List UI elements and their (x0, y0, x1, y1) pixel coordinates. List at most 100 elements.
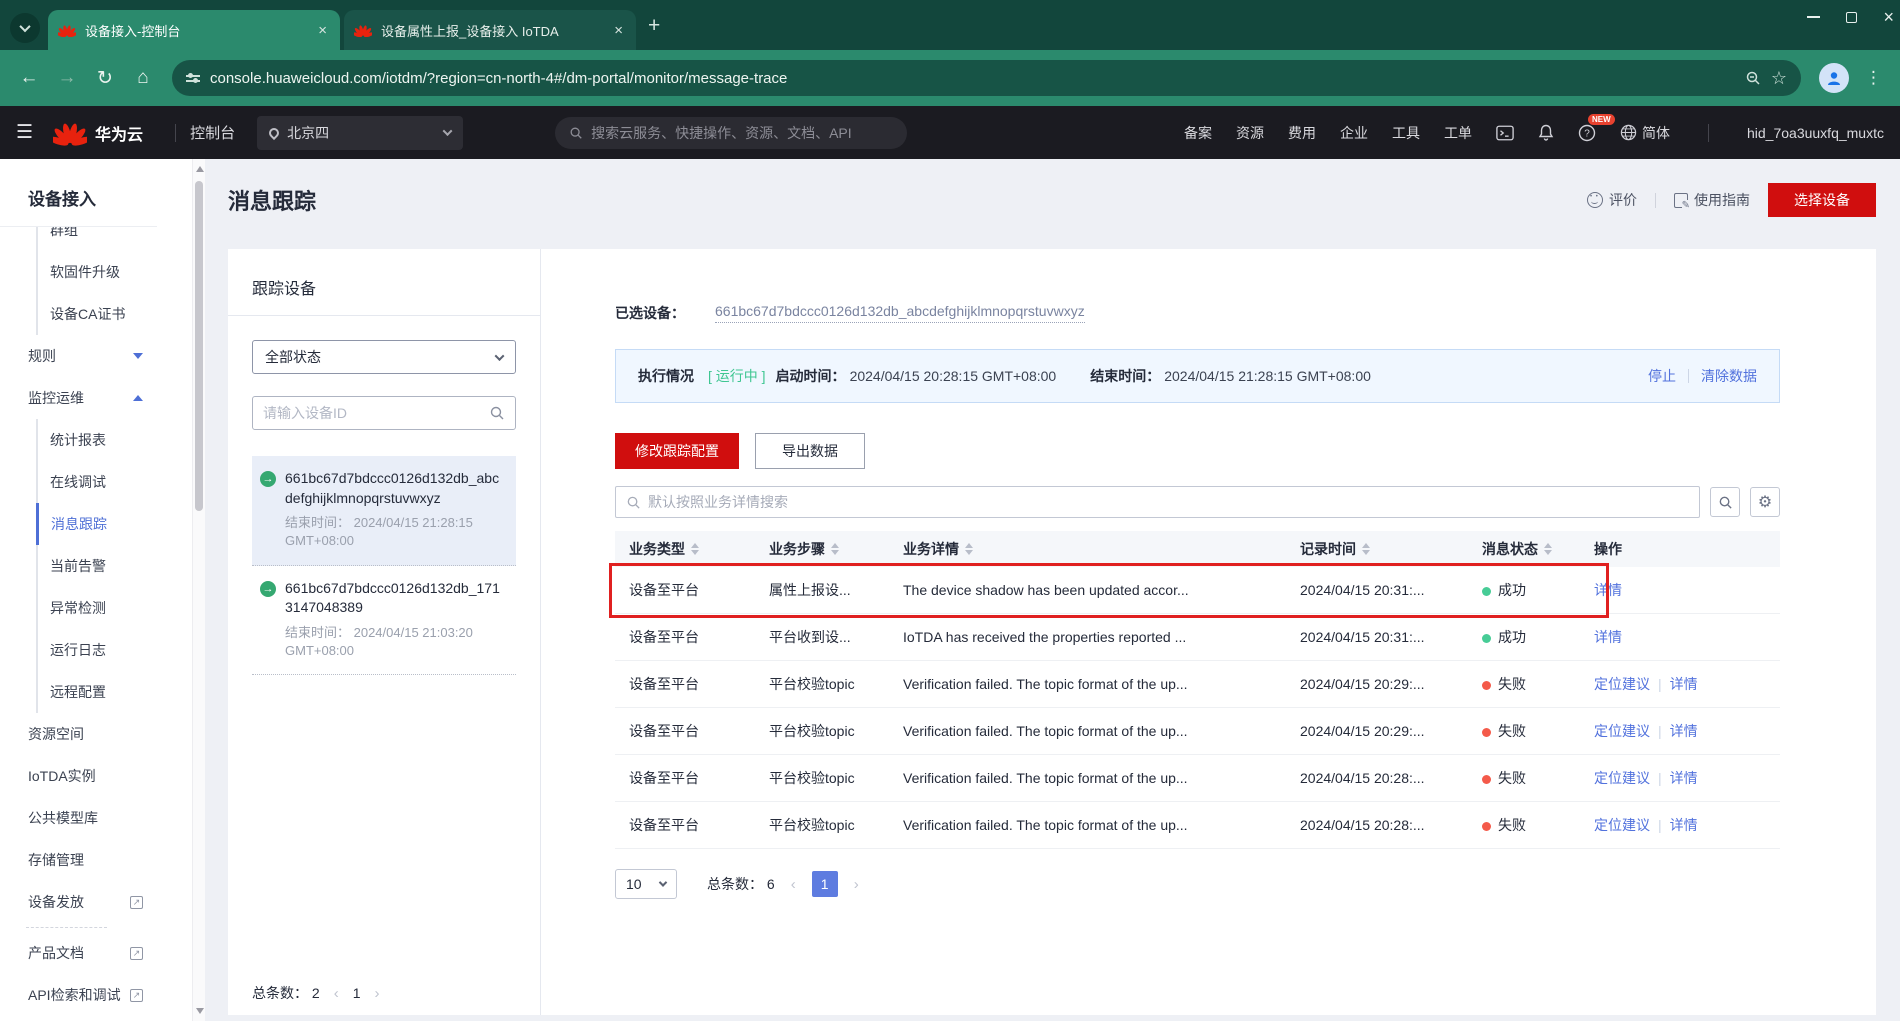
select-device-button[interactable]: 选择设备 (1768, 183, 1876, 217)
user-guide-button[interactable]: 使用指南 (1674, 190, 1750, 211)
detail-link[interactable]: 详情 (1594, 582, 1622, 598)
maximize-button[interactable] (1846, 11, 1858, 23)
tab-search-button[interactable] (10, 13, 40, 43)
console-terminal-icon[interactable] (1496, 125, 1514, 141)
close-button[interactable]: × (1883, 8, 1894, 26)
column-header-1[interactable]: 业务步骤 (755, 539, 889, 559)
locate-suggestion-link[interactable]: 定位建议 (1594, 723, 1650, 739)
detail-link[interactable]: 详情 (1670, 676, 1698, 692)
region-selector[interactable]: 北京四 (257, 115, 464, 150)
sidebar-item-设备CA证书[interactable]: 设备CA证书 (36, 293, 157, 335)
minimize-button[interactable] (1807, 16, 1821, 18)
nav-link-4[interactable]: 工具 (1392, 123, 1420, 143)
sidebar-item-资源空间[interactable]: 资源空间 (0, 713, 157, 755)
detail-link[interactable]: 详情 (1670, 770, 1698, 786)
sidebar-item-群组[interactable]: 群组 (36, 227, 157, 251)
feedback-button[interactable]: 评价 (1587, 190, 1637, 210)
sidebar-item-IoTDA实例[interactable]: IoTDA实例 (0, 755, 157, 797)
page-number[interactable]: 1 (353, 985, 361, 1001)
nav-link-2[interactable]: 费用 (1288, 123, 1316, 143)
nav-link-5[interactable]: 工单 (1444, 123, 1472, 143)
sort-icon[interactable] (691, 543, 699, 555)
account-username[interactable]: hid_7oa3uuxfq_muxtc (1747, 125, 1884, 141)
tab-close-icon[interactable]: × (315, 22, 330, 39)
clear-data-link[interactable]: 清除数据 (1701, 366, 1757, 386)
home-button[interactable]: ⌂ (126, 61, 160, 95)
locate-suggestion-link[interactable]: 定位建议 (1594, 676, 1650, 692)
export-data-button[interactable]: 导出数据 (755, 433, 865, 469)
address-bar[interactable]: console.huaweicloud.com/iotdm/?region=cn… (172, 60, 1801, 96)
column-header-3[interactable]: 记录时间 (1286, 539, 1468, 559)
sidebar-item-运行日志[interactable]: 运行日志 (36, 629, 157, 671)
sidebar-item-消息跟踪[interactable]: 消息跟踪 (36, 503, 157, 545)
sort-icon[interactable] (965, 543, 973, 555)
reload-button[interactable]: ↻ (88, 61, 122, 95)
next-page-icon[interactable]: › (374, 985, 379, 1002)
sidebar-item-统计报表[interactable]: 统计报表 (36, 419, 157, 461)
column-header-2[interactable]: 业务详情 (889, 539, 1286, 559)
profile-avatar[interactable] (1819, 63, 1849, 93)
scroll-up-arrow[interactable] (196, 166, 204, 172)
next-page-icon[interactable]: › (854, 876, 859, 893)
search-button[interactable] (1710, 487, 1740, 517)
back-button[interactable]: ← (12, 61, 46, 95)
browser-tab-active[interactable]: 设备接入-控制台 × (48, 10, 340, 50)
browser-menu-icon[interactable]: ⋮ (1859, 68, 1888, 88)
brand-name[interactable]: 华为云 (95, 121, 143, 145)
forward-button[interactable]: → (50, 61, 84, 95)
nav-link-0[interactable]: 备案 (1184, 123, 1212, 143)
scrollbar-thumb[interactable] (195, 181, 203, 511)
modify-trace-config-button[interactable]: 修改跟踪配置 (615, 433, 739, 469)
scroll-down-arrow[interactable] (196, 1008, 204, 1014)
sort-icon[interactable] (1544, 543, 1552, 555)
console-link[interactable]: 控制台 (190, 122, 235, 143)
locate-suggestion-link[interactable]: 定位建议 (1594, 817, 1650, 833)
device-id-input[interactable] (263, 405, 489, 421)
page-size-select[interactable]: 10 (615, 869, 677, 899)
sidebar-item-软固件升级[interactable]: 软固件升级 (36, 251, 157, 293)
sort-icon[interactable] (1362, 543, 1370, 555)
sidebar-item-产品文档[interactable]: 产品文档 ↗ (0, 932, 157, 974)
page-number[interactable]: 1 (811, 871, 838, 897)
detail-link[interactable]: 详情 (1670, 723, 1698, 739)
sidebar-item-API检索和调试[interactable]: API检索和调试 ↗ (0, 974, 157, 1016)
status-filter-select[interactable]: 全部状态 (252, 340, 516, 374)
sidebar-item-论坛求助[interactable]: 论坛求助↗ (0, 1016, 157, 1021)
locate-suggestion-link[interactable]: 定位建议 (1594, 770, 1650, 786)
sidebar-item-存储管理[interactable]: 存储管理 (0, 839, 157, 881)
sidebar-item-设备发放[interactable]: 设备发放 ↗ (0, 881, 157, 923)
hamburger-menu-icon[interactable]: ☰ (16, 121, 33, 144)
sidebar-item-公共模型库[interactable]: 公共模型库 (0, 797, 157, 839)
site-info-icon[interactable] (186, 72, 200, 83)
prev-page-icon[interactable]: ‹ (791, 876, 796, 893)
sort-icon[interactable] (831, 543, 839, 555)
sidebar-item-监控运维[interactable]: 监控运维 (0, 377, 157, 419)
zoom-out-icon[interactable] (1745, 70, 1761, 86)
selected-device-link[interactable]: 661bc67d7bdccc0126d132db_abcdefghijklmno… (715, 303, 1085, 323)
settings-button[interactable]: ⚙ (1750, 487, 1780, 517)
help-icon[interactable]: ? NEW (1578, 113, 1615, 142)
device-list-item[interactable]: → 661bc67d7bdccc0126d132db_1713147048389 结… (252, 566, 516, 676)
sidebar-item-规则[interactable]: 规则 (0, 335, 157, 377)
table-search-input[interactable] (648, 494, 1689, 510)
tab-close-icon[interactable]: × (611, 22, 626, 39)
nav-link-1[interactable]: 资源 (1236, 123, 1264, 143)
sidebar-scrollbar[interactable] (192, 159, 205, 1021)
sidebar-item-当前告警[interactable]: 当前告警 (36, 545, 157, 587)
language-selector[interactable]: 简体 (1620, 123, 1670, 143)
notification-bell-icon[interactable] (1538, 124, 1554, 141)
browser-tab-2[interactable]: 设备属性上报_设备接入 IoTDA × (344, 10, 636, 50)
stop-link[interactable]: 停止 (1648, 366, 1676, 386)
new-tab-button[interactable]: + (648, 14, 660, 38)
sidebar-item-在线调试[interactable]: 在线调试 (36, 461, 157, 503)
console-search-input[interactable]: 搜索云服务、快捷操作、资源、文档、API (555, 116, 908, 149)
search-icon[interactable] (489, 405, 505, 421)
sidebar-item-远程配置[interactable]: 远程配置 (36, 671, 157, 713)
detail-link[interactable]: 详情 (1670, 817, 1698, 833)
column-header-0[interactable]: 业务类型 (615, 539, 755, 559)
prev-page-icon[interactable]: ‹ (334, 985, 339, 1002)
device-list-item[interactable]: → 661bc67d7bdccc0126d132db_abcdefghijklmn… (252, 456, 516, 566)
bookmark-star-icon[interactable]: ☆ (1771, 68, 1787, 89)
nav-link-3[interactable]: 企业 (1340, 123, 1368, 143)
sidebar-item-异常检测[interactable]: 异常检测 (36, 587, 157, 629)
